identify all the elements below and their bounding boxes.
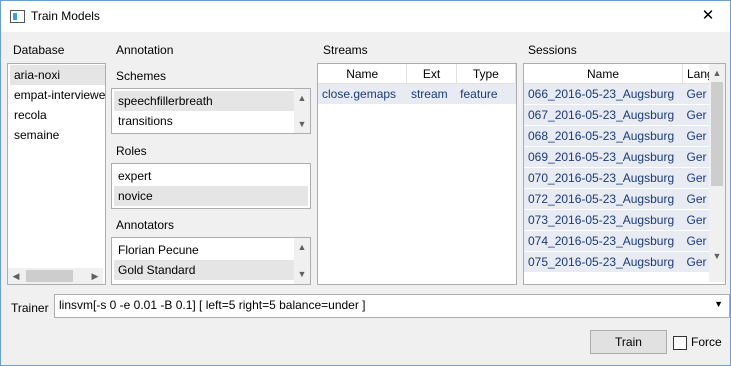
session-name-cell: 072_2016-05-23_Augsburg bbox=[524, 188, 683, 210]
annotators-vertical-scrollbar[interactable]: ▲ ▼ bbox=[294, 238, 310, 284]
database-item[interactable]: empat-interviewe bbox=[10, 85, 105, 105]
schemes-vertical-scrollbar[interactable]: ▲ ▼ bbox=[294, 89, 310, 133]
scroll-down-icon[interactable]: ▼ bbox=[294, 266, 310, 282]
schemes-label: Schemes bbox=[116, 69, 167, 83]
session-name-cell: 069_2016-05-23_Augsburg bbox=[524, 146, 683, 168]
annotators-label: Annotators bbox=[116, 218, 175, 232]
roles-label: Roles bbox=[116, 144, 147, 158]
table-row[interactable]: 074_2016-05-23_Augsburg Ger bbox=[524, 230, 716, 252]
dialog-content: Database aria-noxi empat-interviewe reco… bbox=[1, 32, 730, 365]
column-header-name[interactable]: Name bbox=[318, 64, 408, 84]
window-title: Train Models bbox=[31, 9, 100, 23]
schemes-list[interactable]: speechfillerbreath transitions ▲ ▼ bbox=[111, 88, 311, 134]
streams-table[interactable]: Name Ext Type close.gemaps stream featur… bbox=[317, 63, 517, 285]
stream-type-cell: feature bbox=[456, 83, 516, 105]
session-name-cell: 066_2016-05-23_Augsburg bbox=[524, 83, 683, 105]
train-models-window: Train Models ✕ Database aria-noxi empat-… bbox=[0, 0, 731, 366]
scrollbar-thumb[interactable] bbox=[711, 82, 723, 186]
chevron-down-icon[interactable]: ▼ bbox=[714, 299, 723, 309]
stream-ext-cell: stream bbox=[406, 83, 457, 105]
close-icon[interactable]: ✕ bbox=[688, 2, 728, 30]
trainer-label: Trainer bbox=[11, 301, 49, 315]
session-name-cell: 075_2016-05-23_Augsburg bbox=[524, 251, 683, 273]
table-row[interactable]: 073_2016-05-23_Augsburg Ger bbox=[524, 209, 716, 231]
database-item[interactable]: aria-noxi bbox=[10, 65, 105, 85]
sessions-vertical-scrollbar[interactable]: ▲ ▼ bbox=[709, 64, 725, 282]
column-header-ext[interactable]: Ext bbox=[406, 64, 457, 84]
scroll-down-icon[interactable]: ▼ bbox=[709, 248, 725, 264]
session-name-cell: 073_2016-05-23_Augsburg bbox=[524, 209, 683, 231]
column-header-type[interactable]: Type bbox=[456, 64, 516, 84]
table-row[interactable]: 072_2016-05-23_Augsburg Ger bbox=[524, 188, 716, 210]
database-item[interactable]: semaine bbox=[10, 125, 105, 145]
stream-name-cell: close.gemaps bbox=[318, 83, 407, 105]
table-row[interactable]: 070_2016-05-23_Augsburg Ger bbox=[524, 167, 716, 189]
title-bar: Train Models ✕ bbox=[1, 1, 730, 32]
annotation-label: Annotation bbox=[116, 43, 174, 57]
session-name-cell: 067_2016-05-23_Augsburg bbox=[524, 104, 683, 126]
train-button[interactable]: Train bbox=[590, 330, 667, 354]
scroll-right-icon[interactable]: ▶ bbox=[87, 268, 103, 284]
table-row[interactable]: 068_2016-05-23_Augsburg Ger bbox=[524, 125, 716, 147]
force-checkbox[interactable] bbox=[673, 336, 687, 350]
annotator-item[interactable]: Gold Standard bbox=[114, 260, 294, 280]
scheme-item[interactable]: transitions bbox=[114, 111, 294, 131]
scroll-left-icon[interactable]: ◀ bbox=[8, 268, 24, 284]
session-name-cell: 074_2016-05-23_Augsburg bbox=[524, 230, 683, 252]
scroll-up-icon[interactable]: ▲ bbox=[294, 239, 310, 255]
table-row[interactable]: 067_2016-05-23_Augsburg Ger bbox=[524, 104, 716, 126]
scroll-down-icon[interactable]: ▼ bbox=[294, 116, 310, 132]
table-row[interactable]: 066_2016-05-23_Augsburg Ger bbox=[524, 83, 716, 105]
session-name-cell: 070_2016-05-23_Augsburg bbox=[524, 167, 683, 189]
table-row[interactable]: 069_2016-05-23_Augsburg Ger bbox=[524, 146, 716, 168]
database-item[interactable]: recola bbox=[10, 105, 105, 125]
window-app-icon bbox=[10, 10, 25, 23]
scroll-up-icon[interactable]: ▲ bbox=[294, 90, 310, 106]
table-row[interactable]: close.gemaps stream feature bbox=[318, 83, 516, 105]
annotator-item[interactable]: Florian Pecune bbox=[114, 240, 294, 260]
trainer-selected-value: linsvm[-s 0 -e 0.01 -B 0.1] [ left=5 rig… bbox=[59, 298, 366, 312]
role-item[interactable]: expert bbox=[114, 166, 308, 186]
roles-list[interactable]: expert novice bbox=[111, 163, 311, 209]
scrollbar-thumb[interactable] bbox=[26, 270, 73, 282]
force-label[interactable]: Force bbox=[691, 335, 722, 349]
role-item[interactable]: novice bbox=[114, 186, 308, 206]
database-label: Database bbox=[13, 43, 65, 57]
sessions-header-row: Name Lang bbox=[524, 64, 716, 84]
sessions-label: Sessions bbox=[528, 43, 577, 57]
table-row[interactable]: 075_2016-05-23_Augsburg Ger bbox=[524, 251, 716, 273]
streams-label: Streams bbox=[323, 43, 368, 57]
trainer-select[interactable]: linsvm[-s 0 -e 0.01 -B 0.1] [ left=5 rig… bbox=[54, 294, 730, 318]
session-name-cell: 068_2016-05-23_Augsburg bbox=[524, 125, 683, 147]
streams-header-row: Name Ext Type bbox=[318, 64, 516, 84]
database-list[interactable]: aria-noxi empat-interviewe recola semain… bbox=[7, 63, 106, 285]
sessions-table[interactable]: Name Lang 066_2016-05-23_Augsburg Ger 06… bbox=[523, 63, 726, 285]
column-header-name[interactable]: Name bbox=[524, 64, 683, 84]
annotators-list[interactable]: Florian Pecune Gold Standard ▲ ▼ bbox=[111, 237, 311, 285]
scheme-item[interactable]: speechfillerbreath bbox=[114, 91, 294, 111]
scroll-up-icon[interactable]: ▲ bbox=[709, 65, 725, 81]
database-horizontal-scrollbar[interactable]: ◀ ▶ bbox=[8, 268, 103, 284]
